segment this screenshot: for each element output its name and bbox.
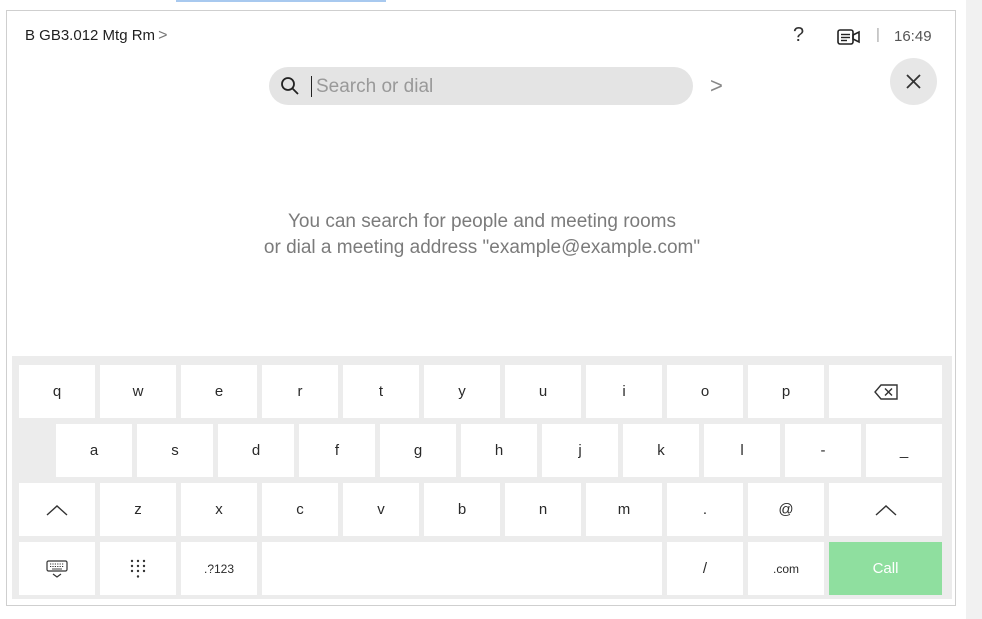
- key-slash[interactable]: /: [667, 542, 743, 595]
- key-n[interactable]: n: [505, 483, 581, 536]
- space-key[interactable]: [262, 542, 662, 595]
- key-r[interactable]: r: [262, 365, 338, 418]
- key-at[interactable]: @: [748, 483, 824, 536]
- hint-line-2: or dial a meeting address "example@examp…: [263, 237, 701, 258]
- help-icon[interactable]: ?: [793, 24, 804, 47]
- keyboard-hide-icon: [46, 559, 68, 578]
- close-button[interactable]: [890, 58, 937, 105]
- key-b[interactable]: b: [424, 483, 500, 536]
- text-caret: [311, 76, 312, 97]
- key-t[interactable]: t: [343, 365, 419, 418]
- key-k[interactable]: k: [623, 424, 699, 477]
- key-dash[interactable]: -: [785, 424, 861, 477]
- key-m[interactable]: m: [586, 483, 662, 536]
- shift-key-left[interactable]: [19, 483, 95, 536]
- room-name-button[interactable]: B GB3.012 Mtg Rm >: [25, 27, 167, 45]
- key-l[interactable]: l: [704, 424, 780, 477]
- chevron-right-icon: >: [158, 27, 168, 44]
- clock: 16:49: [894, 28, 932, 45]
- top-edge-indicator: [176, 0, 386, 2]
- key-period[interactable]: .: [667, 483, 743, 536]
- search-hint: You can search for people and meeting ro…: [7, 209, 957, 261]
- camera-icon[interactable]: [836, 27, 862, 47]
- hide-keyboard-key[interactable]: [19, 542, 95, 595]
- key-i[interactable]: i: [586, 365, 662, 418]
- shift-icon: [46, 504, 68, 516]
- key-h[interactable]: h: [461, 424, 537, 477]
- key-d[interactable]: d: [218, 424, 294, 477]
- key-u[interactable]: u: [505, 365, 581, 418]
- dial-panel: B GB3.012 Mtg Rm> ? | 16:49 > You can se…: [6, 10, 956, 606]
- search-input[interactable]: [314, 72, 678, 102]
- key-w[interactable]: w: [100, 365, 176, 418]
- dotcom-key[interactable]: .com: [748, 542, 824, 595]
- call-button[interactable]: Call: [829, 542, 942, 595]
- key-a[interactable]: a: [56, 424, 132, 477]
- key-c[interactable]: c: [262, 483, 338, 536]
- dialpad-key[interactable]: [100, 542, 176, 595]
- key-p[interactable]: p: [748, 365, 824, 418]
- close-icon: [906, 74, 921, 89]
- key-x[interactable]: x: [181, 483, 257, 536]
- key-e[interactable]: e: [181, 365, 257, 418]
- key-j[interactable]: j: [542, 424, 618, 477]
- key-underscore[interactable]: _: [866, 424, 942, 477]
- backspace-key[interactable]: [829, 365, 942, 418]
- key-f[interactable]: f: [299, 424, 375, 477]
- backspace-icon: [873, 383, 898, 400]
- key-o[interactable]: o: [667, 365, 743, 418]
- search-field[interactable]: [269, 67, 693, 105]
- key-z[interactable]: z: [100, 483, 176, 536]
- key-y[interactable]: y: [424, 365, 500, 418]
- key-v[interactable]: v: [343, 483, 419, 536]
- header-separator: |: [876, 26, 880, 43]
- room-name-label: B GB3.012 Mtg Rm: [25, 27, 156, 44]
- scrollbar-track[interactable]: [966, 0, 982, 619]
- key-s[interactable]: s: [137, 424, 213, 477]
- hint-line-1: You can search for people and meeting ro…: [288, 211, 676, 232]
- key-q[interactable]: q: [19, 365, 95, 418]
- search-go-chevron-icon[interactable]: >: [710, 73, 723, 99]
- dialpad-icon: [130, 559, 146, 578]
- numbers-key[interactable]: .?123: [181, 542, 257, 595]
- search-icon: [281, 77, 299, 95]
- shift-key-right[interactable]: [829, 483, 942, 536]
- shift-icon: [875, 504, 896, 516]
- on-screen-keyboard: q w e r t y u i o p a s d f g h j k l - …: [12, 356, 952, 599]
- key-g[interactable]: g: [380, 424, 456, 477]
